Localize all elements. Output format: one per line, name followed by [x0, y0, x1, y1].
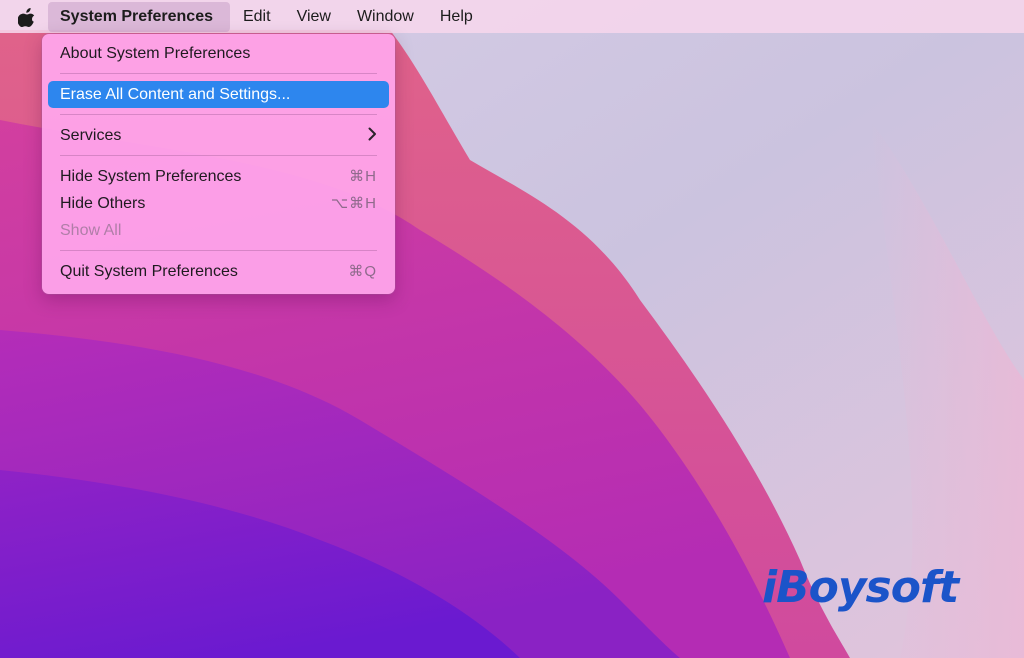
menu-item-hide-others-label: Hide Others [60, 195, 146, 212]
menu-item-quit[interactable]: Quit System Preferences ⌘Q [48, 258, 389, 285]
menu-item-hide[interactable]: Hide System Preferences ⌘H [48, 163, 389, 190]
menu-item-hide-shortcut: ⌘H [349, 168, 377, 185]
menu-item-quit-label: Quit System Preferences [60, 263, 238, 280]
menu-item-show-all: Show All [48, 217, 389, 244]
chevron-right-icon [368, 122, 377, 149]
menu-help[interactable]: Help [427, 0, 486, 33]
menu-item-hide-label: Hide System Preferences [60, 168, 242, 185]
menu-item-hide-others-shortcut: ⌥⌘H [330, 195, 377, 212]
menu-edit[interactable]: Edit [230, 0, 284, 33]
menu-item-services[interactable]: Services [48, 122, 389, 149]
menu-item-show-all-label: Show All [60, 222, 122, 239]
apple-icon[interactable] [14, 0, 40, 33]
menu-item-about-label: About System Preferences [60, 45, 251, 62]
menu-item-quit-shortcut: ⌘Q [348, 263, 377, 280]
menu-view[interactable]: View [284, 0, 344, 33]
iboysoft-watermark-logo: iBoysoft [762, 562, 959, 613]
menu-item-erase-all-content[interactable]: Erase All Content and Settings... [48, 81, 389, 108]
menu-separator [60, 114, 377, 115]
menu-separator [60, 155, 377, 156]
menu-bar: System Preferences Edit View Window Help [0, 0, 1024, 33]
menu-system-preferences[interactable]: System Preferences [48, 1, 230, 32]
menu-separator [60, 250, 377, 251]
menu-item-erase-label: Erase All Content and Settings... [60, 86, 291, 103]
menu-item-hide-others[interactable]: Hide Others ⌥⌘H [48, 190, 389, 217]
desktop: System Preferences Edit View Window Help… [0, 0, 1024, 658]
system-preferences-dropdown-menu: About System Preferences Erase All Conte… [42, 34, 395, 294]
menu-item-services-label: Services [60, 127, 122, 144]
menu-window[interactable]: Window [344, 0, 427, 33]
menu-item-about[interactable]: About System Preferences [48, 40, 389, 67]
menu-separator [60, 73, 377, 74]
